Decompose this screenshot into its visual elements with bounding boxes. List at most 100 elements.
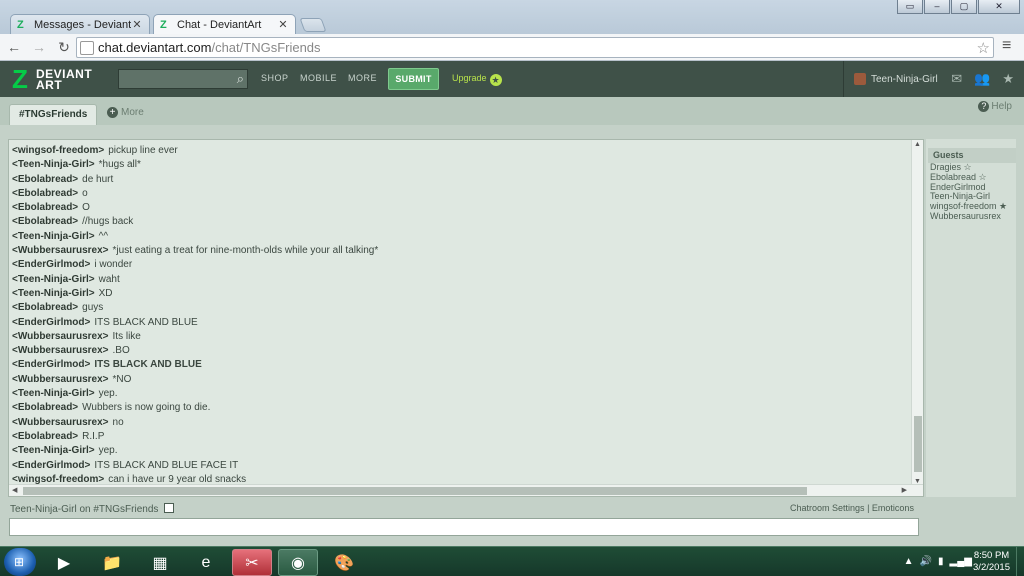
scroll-left-arrow-icon[interactable]: ◀ xyxy=(12,486,17,494)
forward-arrow-icon[interactable]: → xyxy=(28,36,50,58)
chat-message: <Wubbersaurusrex> no xyxy=(12,416,910,430)
envelope-icon[interactable]: ✉ xyxy=(951,71,962,87)
chat-message: <Teen-Ninja-Girl> yep. xyxy=(12,387,910,401)
message-username[interactable]: <Ebolabread> xyxy=(12,402,78,413)
show-desktop-button[interactable] xyxy=(1016,547,1024,576)
message-username[interactable]: <Ebolabread> xyxy=(12,188,78,199)
minimize-button[interactable]: – xyxy=(924,0,950,14)
message-username[interactable]: <EnderGirlmod> xyxy=(12,259,90,270)
search-icon[interactable]: ⌕ xyxy=(237,71,244,87)
message-username[interactable]: <Ebolabread> xyxy=(12,216,78,227)
nav-shop[interactable]: SHOP xyxy=(261,73,289,83)
mute-checkbox[interactable] xyxy=(164,503,175,513)
address-bar[interactable]: chat.deviantart.com/chat/TNGsFriends ☆ xyxy=(76,37,994,58)
chatroom-settings-link[interactable]: Chatroom Settings xyxy=(790,503,865,513)
show-hidden-icons-icon[interactable]: ▲ xyxy=(904,556,914,567)
back-arrow-icon[interactable]: ← xyxy=(3,36,25,58)
start-button[interactable]: ⊞ xyxy=(4,548,36,576)
message-username[interactable]: <Teen-Ninja-Girl> xyxy=(12,445,95,456)
maximize-button[interactable]: ▢ xyxy=(951,0,977,14)
close-window-button[interactable]: ✕ xyxy=(978,0,1020,14)
chat-message-input[interactable] xyxy=(9,518,919,536)
tab-chat[interactable]: Z Chat - DeviantArt ✕ xyxy=(153,14,296,34)
message-username[interactable]: <Wubbersaurusrex> xyxy=(12,331,109,342)
message-username[interactable]: <Ebolabread> xyxy=(12,202,78,213)
scroll-up-arrow-icon[interactable]: ▲ xyxy=(914,141,921,148)
paint-icon[interactable]: 🎨 xyxy=(324,549,364,576)
message-username[interactable]: <wingsof-freedom> xyxy=(12,145,104,156)
message-username[interactable]: <Ebolabread> xyxy=(12,431,78,442)
emoticons-link[interactable]: Emoticons xyxy=(872,503,914,513)
chrome-icon[interactable]: ◉ xyxy=(278,549,318,576)
message-username[interactable]: <Wubbersaurusrex> xyxy=(12,345,109,356)
message-text: no xyxy=(112,416,124,428)
new-tab-button[interactable] xyxy=(299,18,327,32)
upgrade-link[interactable]: Upgrade ★ xyxy=(452,73,502,86)
message-text: guys xyxy=(82,302,104,314)
chat-message: <wingsof-freedom> pickup line ever xyxy=(12,144,910,158)
friends-icon[interactable]: 👥 xyxy=(974,71,990,87)
message-username[interactable]: <wingsof-freedom> xyxy=(12,474,104,484)
message-username[interactable]: <Teen-Ninja-Girl> xyxy=(12,231,95,242)
deviantart-logo[interactable]: Z DEVIANT ART xyxy=(12,66,102,92)
status-text: Teen-Ninja-Girl on #TNGsFriends xyxy=(10,504,159,515)
chat-message: <Ebolabread> guys xyxy=(12,301,910,315)
submit-button[interactable]: SUBMIT xyxy=(388,68,439,90)
chat-message: <Teen-Ninja-Girl> ^^ xyxy=(12,230,910,244)
message-text: yep. xyxy=(98,388,118,400)
logo-text-line2: ART xyxy=(36,78,63,92)
internet-explorer-icon[interactable]: e xyxy=(186,549,226,576)
horizontal-scrollbar[interactable]: ◀ ▶ xyxy=(9,484,923,496)
more-rooms-button[interactable]: + More xyxy=(107,107,144,118)
power-icon[interactable]: ▮ xyxy=(938,556,944,567)
message-username[interactable]: <EnderGirlmod> xyxy=(12,359,90,370)
volume-icon[interactable]: 🔊 xyxy=(920,556,932,567)
vertical-scrollbar[interactable]: ▲ ▼ xyxy=(911,140,923,486)
message-username[interactable]: <EnderGirlmod> xyxy=(12,460,90,471)
chat-message: <wingsof-freedom> can i have ur 9 year ol… xyxy=(12,473,910,484)
message-username[interactable]: <Ebolabread> xyxy=(12,174,78,185)
message-username[interactable]: <Teen-Ninja-Girl> xyxy=(12,288,95,299)
scroll-thumb[interactable] xyxy=(23,487,807,495)
nav-more[interactable]: MORE xyxy=(348,73,377,83)
message-username[interactable]: <EnderGirlmod> xyxy=(12,317,90,328)
message-text: XD xyxy=(98,287,113,299)
message-username[interactable]: <Wubbersaurusrex> xyxy=(12,374,109,385)
help-link[interactable]: ? Help xyxy=(978,101,1012,112)
message-username[interactable]: <Ebolabread> xyxy=(12,302,78,313)
tab-messages[interactable]: Z Messages - DeviantArt ✕ xyxy=(10,14,150,34)
favorites-star-icon[interactable]: ★ xyxy=(1002,71,1014,87)
user-icon[interactable]: ▭ xyxy=(897,0,923,14)
message-username[interactable]: <Wubbersaurusrex> xyxy=(12,417,109,428)
message-username[interactable]: <Teen-Ninja-Girl> xyxy=(12,388,95,399)
message-text: de hurt xyxy=(82,173,114,185)
tab-tngsfriends[interactable]: #TNGsFriends xyxy=(9,104,98,125)
office-icon[interactable]: ▦ xyxy=(140,549,180,576)
chat-message: <Ebolabread> //hugs back xyxy=(12,215,910,229)
menu-icon[interactable]: ≡ xyxy=(1002,38,1016,54)
user-list-item[interactable]: Wubbersaurusrex xyxy=(926,211,1016,222)
message-username[interactable]: <Teen-Ninja-Girl> xyxy=(12,274,95,285)
reload-icon[interactable]: ↻ xyxy=(53,36,75,58)
scroll-right-arrow-icon[interactable]: ▶ xyxy=(902,486,907,494)
message-username[interactable]: <Teen-Ninja-Girl> xyxy=(12,159,95,170)
chat-message: <Teen-Ninja-Girl> yep. xyxy=(12,444,910,458)
close-tab-icon[interactable]: ✕ xyxy=(131,18,143,31)
file-explorer-icon[interactable]: 📁 xyxy=(92,549,132,576)
close-tab-icon[interactable]: ✕ xyxy=(277,18,289,31)
message-text: .BO xyxy=(112,345,130,357)
network-icon[interactable]: ▂▄▆ xyxy=(950,556,972,567)
message-username[interactable]: <Wubbersaurusrex> xyxy=(12,245,109,256)
chat-message: <Teen-Ninja-Girl> *hugs all* xyxy=(12,158,910,172)
nav-mobile[interactable]: MOBILE xyxy=(300,73,337,83)
snipping-tool-icon[interactable]: ✂ xyxy=(232,549,272,576)
clock[interactable]: 8:50 PM 3/2/2015 xyxy=(973,550,1010,574)
tab-title: Messages - DeviantArt xyxy=(34,18,131,31)
search-input[interactable]: ⌕ xyxy=(118,69,248,89)
bookmark-star-icon[interactable]: ☆ xyxy=(977,39,990,57)
chat-message: <Ebolabread> R.I.P xyxy=(12,430,910,444)
message-text: ITS BLACK AND BLUE xyxy=(94,316,198,328)
user-menu[interactable]: Teen-Ninja-Girl xyxy=(843,61,938,97)
media-player-icon[interactable]: ▶ xyxy=(44,549,84,576)
scroll-thumb[interactable] xyxy=(914,416,922,472)
